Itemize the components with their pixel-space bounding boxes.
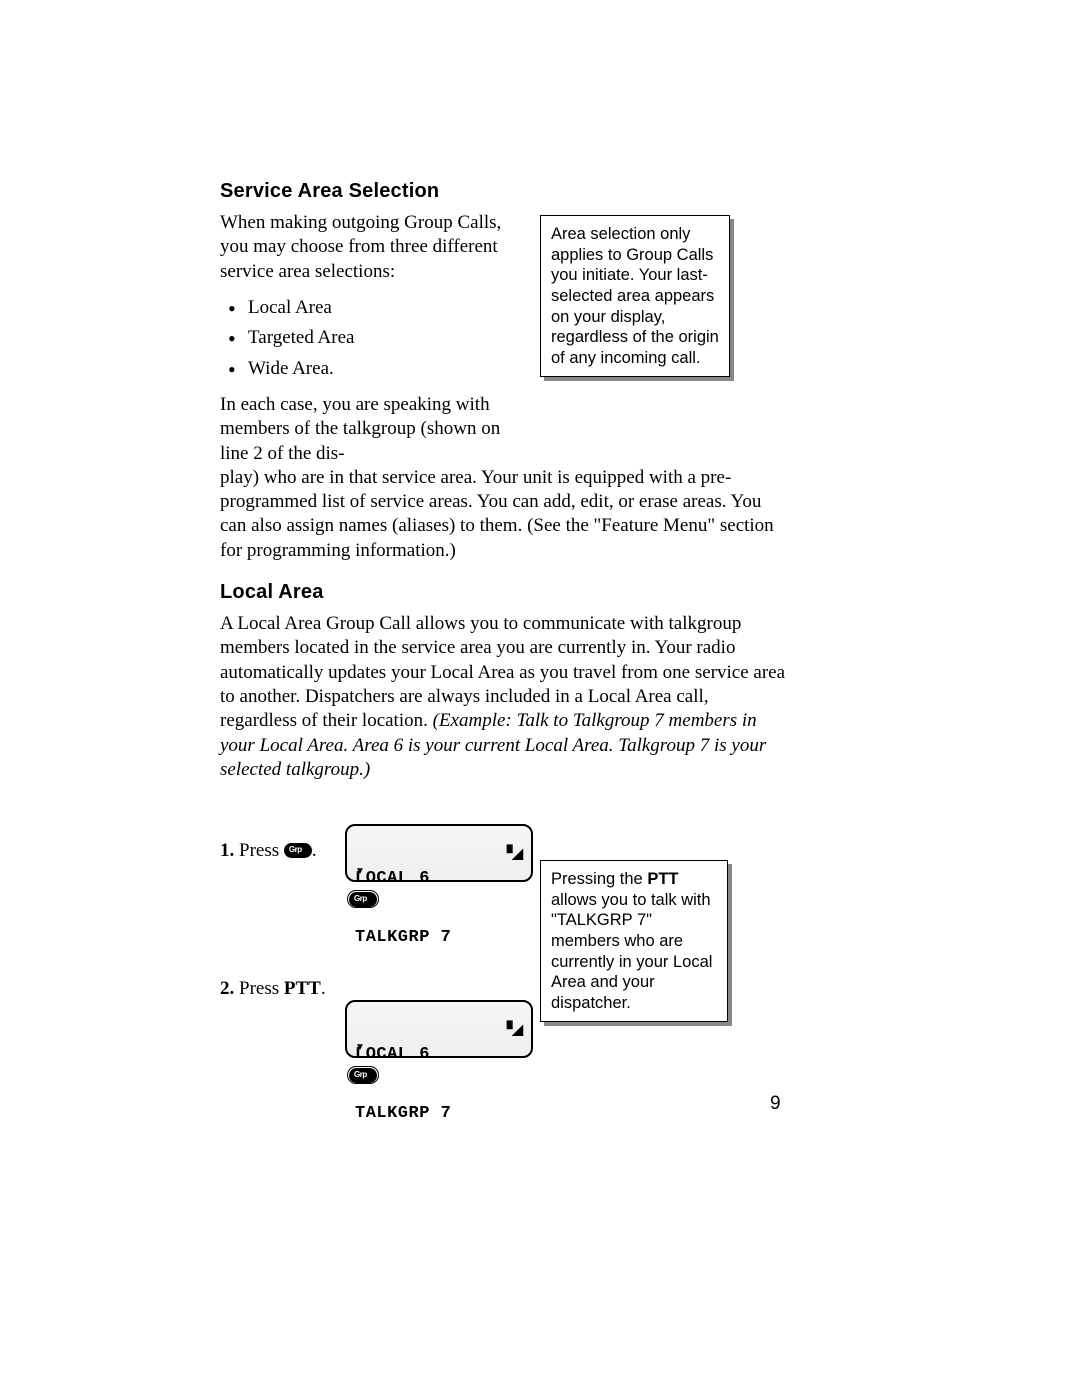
lcd-line2b: TALKGRP 7 <box>355 1104 523 1124</box>
step-2-number: 2. <box>220 978 234 999</box>
step-2-press: Press <box>234 978 284 999</box>
grp-icon-label: Grp <box>354 894 367 903</box>
lcd-text-1: LOCAL 6 TALKGRP 7 <box>355 830 523 986</box>
after-bullets-line1: In each case, you are speaking with memb… <box>220 393 530 466</box>
lcd-text-2: LOCAL 6 TALKGRP 7 <box>355 1006 523 1162</box>
note-ptt: Pressing the PTT allows you to talk with… <box>540 860 728 1022</box>
note-ptt-pre: Pressing the <box>551 870 647 888</box>
grp-icon-label: Grp <box>354 1070 367 1079</box>
lcd-line2: TALKGRP 7 <box>355 928 523 948</box>
grp-icon: Grp <box>349 892 377 907</box>
radio-display-1: LOCAL 6 TALKGRP 7 ▼ ▝◢ Grp <box>345 824 533 908</box>
step-1-number: 1. <box>220 840 234 861</box>
local-area-paragraph: A Local Area Group Call allows you to co… <box>220 612 785 782</box>
lcd-screen-2: LOCAL 6 TALKGRP 7 ▼ ▝◢ <box>345 1000 533 1058</box>
grp-icon: Grp <box>349 1068 377 1083</box>
antenna-icon: ▝◢ <box>501 846 523 863</box>
lcd-line1: LOCAL 6 <box>355 869 523 889</box>
step-2-text: 2. Press PTT. <box>220 978 326 1000</box>
grp-icon-label: Grp <box>289 845 302 854</box>
step-2-ptt: PTT <box>284 978 321 999</box>
step-1-period: . <box>312 840 317 861</box>
note-ptt-bold: PTT <box>647 870 678 888</box>
heading-service-area: Service Area Selection <box>220 180 785 203</box>
page-number: 9 <box>770 1093 781 1115</box>
note-area-selection: Area selection only applies to Group Cal… <box>540 215 730 377</box>
after-bullets-line2: play) who are in that service area. Your… <box>220 466 785 563</box>
heading-local-area: Local Area <box>220 581 785 604</box>
lcd-screen-1: LOCAL 6 TALKGRP 7 ▼ ▝◢ <box>345 824 533 882</box>
step-1-text: 1. Press Grp. <box>220 840 340 862</box>
step-2-period: . <box>321 978 326 999</box>
intro-paragraph: When making outgoing Group Calls, you ma… <box>220 211 530 284</box>
lcd-line1b: LOCAL 6 <box>355 1045 523 1065</box>
note-ptt-post: allows you to talk with "TALKGRP 7" memb… <box>551 891 712 1012</box>
down-arrow-icon: ▼ <box>355 866 365 877</box>
antenna-icon: ▝◢ <box>501 1022 523 1039</box>
step-1-press: Press <box>234 840 284 861</box>
radio-display-2: LOCAL 6 TALKGRP 7 ▼ ▝◢ Grp <box>345 1000 533 1084</box>
down-arrow-icon: ▼ <box>355 1042 365 1053</box>
grp-icon: Grp <box>284 843 312 858</box>
